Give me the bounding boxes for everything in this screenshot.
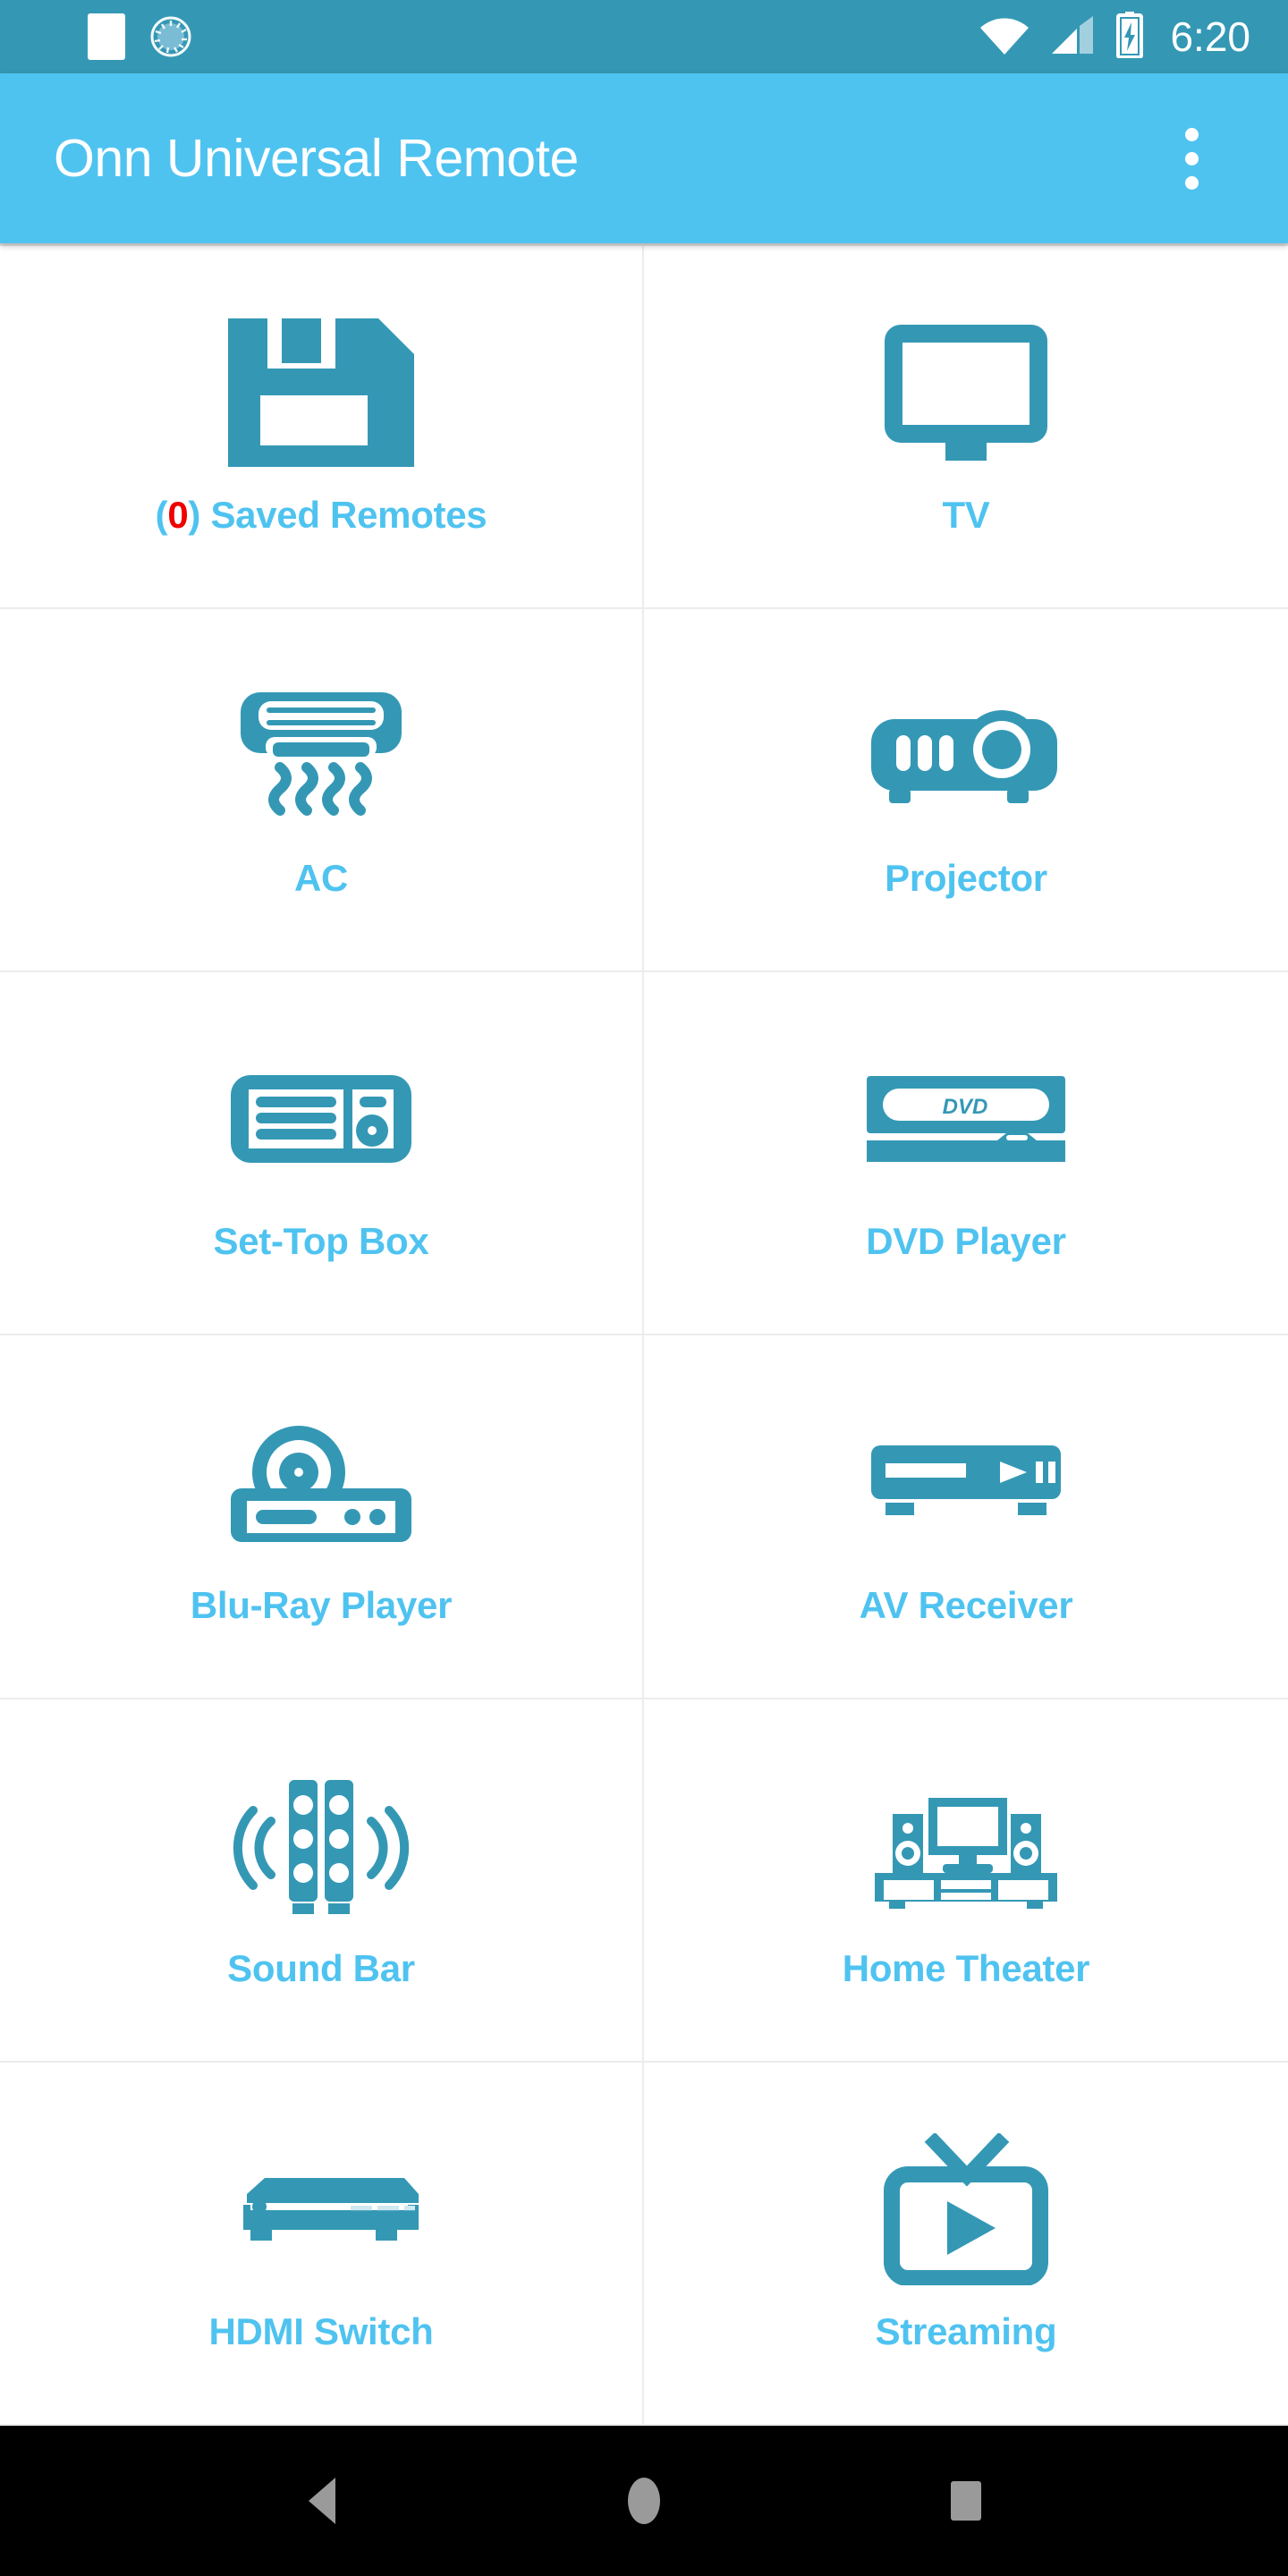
device-grid: (0) Saved Remotes TV AC Projector Set-To… [0,243,1288,2426]
overflow-dot [1184,127,1199,141]
grid-cell-label-sound-bar: Sound Bar [227,1946,415,1989]
status-bar-notifications [23,13,193,60]
grid-cell-label-tv: TV [942,494,990,537]
nav-recents-button[interactable] [912,2447,1020,2555]
home-theater-icon [868,1770,1064,1922]
home-circle-icon [628,2478,660,2524]
wifi-icon [979,14,1030,60]
grid-cell-label-home-theater: Home Theater [842,1946,1090,1989]
grid-cell-hdmi-switch[interactable]: HDMI Switch [0,2062,644,2426]
grid-cell-label-ac: AC [293,857,349,900]
grid-cell-saved-remotes[interactable]: (0) Saved Remotes [0,246,644,610]
grid-cell-label-blu-ray-player: Blu-Ray Player [190,1583,453,1626]
grid-cell-set-top-box[interactable]: Set-Top Box [0,972,644,1336]
streaming-tv-play-icon [881,2132,1051,2285]
set-top-box-icon [227,1043,415,1195]
grid-cell-sound-bar[interactable]: Sound Bar [0,1699,644,2063]
overflow-dot [1184,151,1199,165]
status-bar: 6:20 [0,0,1288,73]
av-receiver-icon [868,1407,1064,1559]
status-bar-system-icons: 6:20 [979,11,1265,63]
grid-cell-label-saved-remotes: (0) Saved Remotes [156,494,487,537]
grid-cell-label-set-top-box: Set-Top Box [213,1220,429,1263]
grid-cell-label-av-receiver: AV Receiver [859,1583,1073,1626]
status-bar-clock: 6:20 [1170,13,1250,60]
overflow-dot [1184,175,1199,190]
app-bar: Onn Universal Remote [0,73,1288,243]
page-title: Onn Universal Remote [54,129,579,188]
back-triangle-icon [309,2478,335,2524]
grid-cell-streaming[interactable]: Streaming [644,2062,1288,2426]
hdmi-switch-icon [218,2133,424,2285]
notification-square-icon [88,13,125,60]
count-close-paren-and-text: ) Saved Remotes [188,494,487,537]
grid-cell-label-streaming: Streaming [875,2309,1057,2352]
nav-back-button[interactable] [268,2447,376,2555]
battery-charging-icon [1116,11,1144,63]
floppy-disk-save-icon [228,317,414,469]
sound-bar-speakers-icon [232,1770,411,1922]
cellular-signal-icon [1050,14,1097,60]
dvd-player-icon: DVD [863,1043,1069,1195]
overflow-menu-icon[interactable] [1148,115,1234,201]
tv-monitor-icon [881,317,1051,469]
grid-cell-av-receiver[interactable]: AV Receiver [644,1335,1288,1699]
grid-cell-ac[interactable]: AC [0,609,644,973]
grid-cell-tv[interactable]: TV [644,246,1288,610]
nav-home-button[interactable] [590,2447,698,2555]
recents-square-icon [951,2481,981,2521]
grid-cell-blu-ray-player[interactable]: Blu-Ray Player [0,1335,644,1699]
projector-icon [868,680,1064,832]
sync-spinner-icon [148,13,193,60]
grid-cell-label-hdmi-switch: HDMI Switch [208,2309,434,2352]
grid-cell-label-projector: Projector [885,857,1047,900]
blu-ray-player-icon [227,1407,415,1559]
grid-cell-home-theater[interactable]: Home Theater [644,1699,1288,2063]
air-conditioner-icon [226,680,416,832]
grid-cell-projector[interactable]: Projector [644,609,1288,973]
svg-text:DVD: DVD [943,1095,988,1119]
grid-cell-dvd-player[interactable]: DVD DVD Player [644,972,1288,1336]
system-navigation-bar [0,2426,1288,2576]
grid-cell-label-dvd-player: DVD Player [866,1220,1066,1263]
phone-screen: 6:20 Onn Universal Remote (0) Saved Remo… [0,0,1288,2576]
saved-remotes-count: 0 [167,494,189,537]
count-open-paren: ( [155,494,168,537]
